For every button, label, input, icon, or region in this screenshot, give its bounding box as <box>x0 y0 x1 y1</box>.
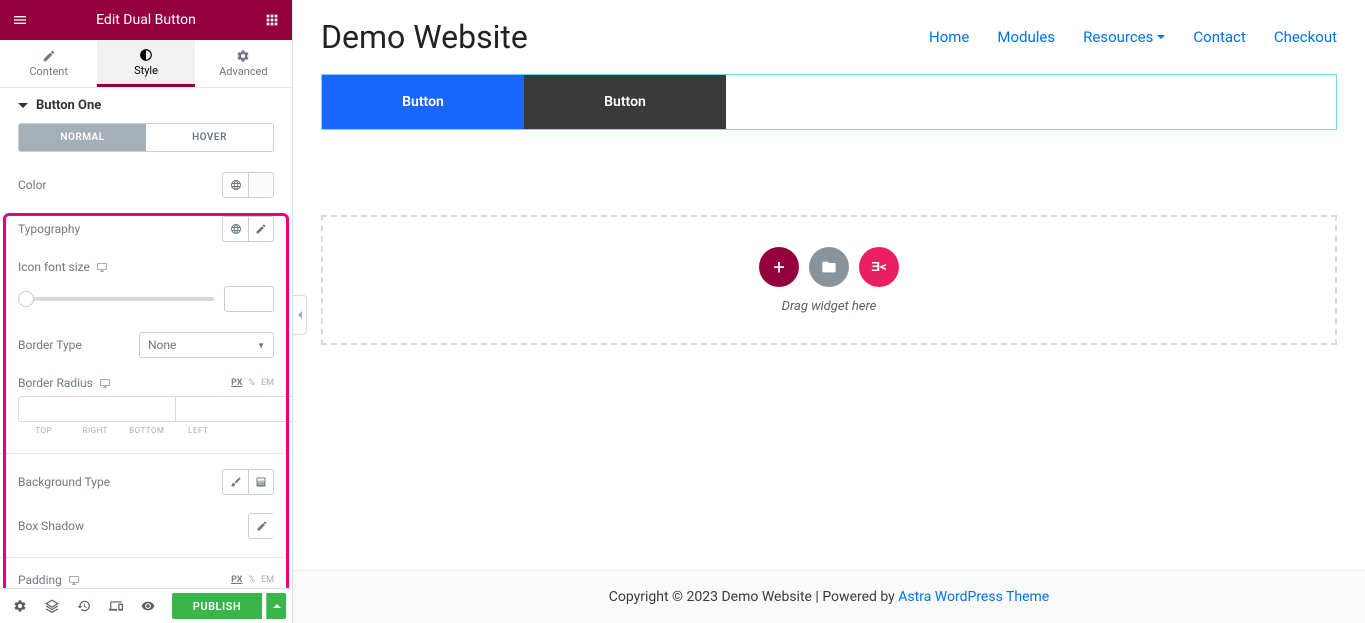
border-radius-header: Border Radius PX % EM <box>18 376 274 390</box>
br-labels: TOP RIGHT BOTTOM LEFT <box>18 426 274 435</box>
border-radius-inputs <box>18 396 274 422</box>
history-icon[interactable] <box>70 592 98 620</box>
typography-edit-icon[interactable] <box>248 216 274 242</box>
panel-tabs: Content Style Advanced <box>0 40 292 88</box>
icon-font-size-label: Icon font size <box>18 260 90 274</box>
divider <box>0 557 292 558</box>
chevron-down-icon: ▼ <box>257 341 265 350</box>
navigator-icon[interactable] <box>38 592 66 620</box>
settings-icon[interactable] <box>6 592 34 620</box>
control-box-shadow: Box Shadow <box>18 513 274 539</box>
unit-em[interactable]: EM <box>261 575 274 585</box>
icon-font-size-label-row: Icon font size <box>18 260 274 274</box>
slider-value-input[interactable] <box>224 286 274 312</box>
preview-area: Demo Website Home Modules Resources Cont… <box>293 0 1365 623</box>
panel-footer: PUBLISH <box>0 588 292 623</box>
desktop-icon[interactable] <box>68 575 80 585</box>
template-library-button[interactable] <box>809 247 849 287</box>
color-global-icon[interactable] <box>222 172 248 198</box>
publish-button[interactable]: PUBLISH <box>172 593 262 619</box>
control-background-type: Background Type <box>18 469 274 495</box>
nav-home[interactable]: Home <box>929 28 969 46</box>
tab-content[interactable]: Content <box>0 40 97 87</box>
responsive-icon[interactable] <box>102 592 130 620</box>
preview-icon[interactable] <box>134 592 162 620</box>
nav-contact[interactable]: Contact <box>1193 28 1245 46</box>
divider <box>0 453 292 454</box>
elementskit-button[interactable]: Ǝ< <box>859 247 899 287</box>
panel-header: Edit Dual Button <box>0 0 292 40</box>
br-right[interactable] <box>175 396 292 422</box>
bg-classic-icon[interactable] <box>222 469 248 495</box>
site-header: Demo Website Home Modules Resources Cont… <box>293 0 1365 74</box>
nav-resources[interactable]: Resources <box>1083 28 1165 46</box>
slider-thumb[interactable] <box>18 291 34 307</box>
drop-section[interactable]: + Ǝ< Drag widget here <box>321 215 1337 345</box>
typography-label: Typography <box>18 222 80 236</box>
panel-collapse-handle[interactable] <box>293 295 307 335</box>
border-type-select[interactable]: None ▼ <box>139 332 274 358</box>
drop-text: Drag widget here <box>782 299 877 314</box>
site-footer: Copyright © 2023 Demo Website | Powered … <box>293 570 1365 623</box>
editor-panel: Edit Dual Button Content Style Advanced … <box>0 0 293 623</box>
tab-advanced[interactable]: Advanced <box>195 40 292 87</box>
drop-buttons: + Ǝ< <box>759 247 899 287</box>
site-title: Demo Website <box>321 18 528 56</box>
box-shadow-edit-icon[interactable] <box>248 513 274 539</box>
subtab-normal[interactable]: NORMAL <box>19 124 146 151</box>
add-section-button[interactable]: + <box>759 247 799 287</box>
tab-style[interactable]: Style <box>97 40 194 87</box>
controls-area: NORMAL HOVER Color Typography Icon font … <box>0 123 292 588</box>
typography-global-icon[interactable] <box>222 216 248 242</box>
control-border-type: Border Type None ▼ <box>18 332 274 358</box>
control-typography: Typography <box>18 216 274 242</box>
bg-type-label: Background Type <box>18 475 110 489</box>
nav-modules[interactable]: Modules <box>997 28 1055 46</box>
padding-header: Padding PX % EM <box>18 573 274 587</box>
panel-body: Button One NORMAL HOVER Color Typography <box>0 88 292 588</box>
padding-label: Padding <box>18 573 62 587</box>
site-nav: Home Modules Resources Contact Checkout <box>929 28 1337 46</box>
unit-px[interactable]: PX <box>231 378 242 388</box>
slider-track[interactable] <box>18 297 214 301</box>
publish-options[interactable] <box>266 593 286 619</box>
control-color: Color <box>18 172 274 198</box>
border-radius-label: Border Radius <box>18 376 93 390</box>
color-picker[interactable] <box>248 172 274 198</box>
border-type-label: Border Type <box>18 338 82 352</box>
chevron-down-icon <box>1157 35 1165 39</box>
dual-button-widget[interactable]: Button Button <box>321 74 1337 130</box>
footer-theme-link[interactable]: Astra WordPress Theme <box>898 589 1049 605</box>
panel-title: Edit Dual Button <box>30 12 262 28</box>
caret-down-icon <box>18 103 28 108</box>
desktop-icon[interactable] <box>99 378 111 388</box>
unit-em[interactable]: EM <box>261 378 274 388</box>
unit-pct[interactable]: % <box>248 575 255 585</box>
desktop-icon[interactable] <box>96 262 108 272</box>
box-shadow-label: Box Shadow <box>18 519 84 533</box>
br-top[interactable] <box>18 396 175 422</box>
bg-gradient-icon[interactable] <box>248 469 274 495</box>
state-tabs: NORMAL HOVER <box>18 123 274 152</box>
button-one[interactable]: Button <box>322 75 524 129</box>
unit-pct[interactable]: % <box>248 378 255 388</box>
menu-icon[interactable] <box>10 10 30 30</box>
unit-px[interactable]: PX <box>231 575 242 585</box>
subtab-hover[interactable]: HOVER <box>146 124 273 151</box>
button-two[interactable]: Button <box>524 75 726 129</box>
icon-font-size-slider <box>18 286 274 312</box>
section-button-one[interactable]: Button One <box>0 88 292 123</box>
nav-checkout[interactable]: Checkout <box>1274 28 1337 46</box>
apps-icon[interactable] <box>262 10 282 30</box>
color-label: Color <box>18 178 46 192</box>
